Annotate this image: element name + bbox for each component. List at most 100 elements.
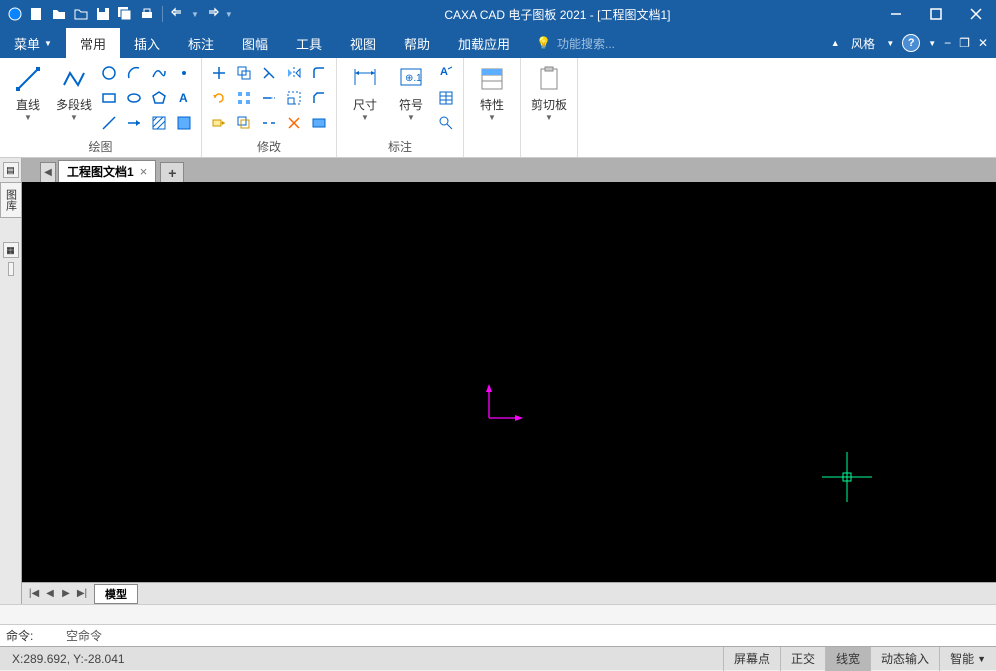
fillet-icon[interactable] [308,62,330,84]
ribbon-group-properties: 特性▼ [464,58,521,157]
dimension-size-button[interactable]: 尺寸▼ [343,62,387,124]
doc-close-icon[interactable]: ✕ [978,36,988,50]
redo-dropdown-icon[interactable]: ▼ [225,10,233,19]
tab-common[interactable]: 常用 [66,28,120,58]
fill-icon[interactable] [173,112,195,134]
circle-icon[interactable] [98,62,120,84]
command-line[interactable]: 命令: 空命令 [0,624,996,646]
ellipse-icon[interactable] [123,87,145,109]
offset-icon[interactable] [233,112,255,134]
tab-tools[interactable]: 工具 [282,28,336,58]
help-button[interactable]: ? [902,34,920,52]
tab-annotation[interactable]: 标注 [174,28,228,58]
document-tab-label: 工程图文档1 [67,163,134,180]
explode-icon[interactable] [283,112,305,134]
rotate-icon[interactable] [208,87,230,109]
text-icon[interactable]: A [173,87,195,109]
menu-bar: 菜单▼ 常用 插入 标注 图幅 工具 视图 帮助 加载应用 💡 功能搜索... … [0,28,996,58]
open-folder-icon[interactable] [50,5,68,23]
save-icon[interactable] [94,5,112,23]
tab-insert[interactable]: 插入 [120,28,174,58]
array-icon[interactable] [233,87,255,109]
polygon-icon[interactable] [148,87,170,109]
add-document-tab[interactable]: + [160,162,184,182]
align-icon[interactable] [308,112,330,134]
arc-icon[interactable] [123,62,145,84]
menu-file[interactable]: 菜单▼ [0,28,66,58]
ribbon-group-dimension: 尺寸▼ ⊕.1 符号▼ A 标注 [337,58,464,157]
svg-text:A: A [179,91,188,105]
doc-minimize-icon[interactable]: − [944,36,951,50]
dimension-symbol-button[interactable]: ⊕.1 符号▼ [389,62,433,124]
canvas-container: ◀ 工程图文档1 × + |◀ ◀ ▶ ▶| [22,158,996,604]
properties-tab[interactable] [8,262,14,276]
doc-tab-scroll-left[interactable]: ◀ [40,162,56,182]
point-icon[interactable] [173,62,195,84]
open-file-icon[interactable] [72,5,90,23]
drawing-canvas[interactable] [22,182,996,582]
redo-icon[interactable] [203,5,221,23]
svg-text:⊕.1: ⊕.1 [405,73,422,84]
ray-icon[interactable] [123,112,145,134]
trim-icon[interactable] [258,62,280,84]
save-all-icon[interactable] [116,5,134,23]
undo-icon[interactable] [169,5,187,23]
move-icon[interactable] [208,62,230,84]
properties-tab-icon[interactable]: ▦ [3,242,19,258]
smart-toggle[interactable]: 智能▼ [939,647,996,671]
tab-addins[interactable]: 加载应用 [444,28,524,58]
ortho-toggle[interactable]: 正交 [780,647,825,671]
hatch-icon[interactable] [148,112,170,134]
table-icon[interactable] [435,87,457,109]
dynamic-input-toggle[interactable]: 动态输入 [870,647,939,671]
clipboard-button[interactable]: 剪切板▼ [527,62,571,124]
model-tab[interactable]: 模型 [94,584,138,604]
doc-restore-icon[interactable]: ❐ [959,36,970,50]
help-dropdown-icon[interactable]: ▼ [928,39,936,48]
ribbon-search[interactable]: 💡 功能搜索... [536,35,615,52]
break-icon[interactable] [258,112,280,134]
close-tab-icon[interactable]: × [140,164,148,179]
app-icon[interactable] [6,5,24,23]
status-bar: X:289.692, Y:-28.041 屏幕点 正交 线宽 动态输入 智能▼ [0,646,996,670]
balloon-icon[interactable] [435,112,457,134]
stretch-icon[interactable] [208,112,230,134]
maximize-button[interactable] [916,0,956,28]
new-document-icon[interactable] [28,5,46,23]
ribbon-group-modify: 修改 [202,58,337,157]
tab-help[interactable]: 帮助 [390,28,444,58]
scale-icon[interactable] [283,87,305,109]
screen-point-toggle[interactable]: 屏幕点 [723,647,780,671]
extend-icon[interactable] [258,87,280,109]
style-selector[interactable]: ▲ 风格 ▼ [831,35,895,52]
close-button[interactable] [956,0,996,28]
layout-first-icon[interactable]: |◀ [26,586,42,602]
polyline-button[interactable]: 多段线▼ [52,62,96,124]
properties-icon [477,64,507,94]
rectangle-icon[interactable] [98,87,120,109]
mirror-icon[interactable] [283,62,305,84]
chamfer-icon[interactable] [308,87,330,109]
undo-dropdown-icon[interactable]: ▼ [191,10,199,19]
tab-view[interactable]: 视图 [336,28,390,58]
properties-button[interactable]: 特性▼ [470,62,514,124]
layout-prev-icon[interactable]: ◀ [42,586,58,602]
clipboard-group-label [527,139,571,155]
library-tab[interactable]: 图库 [0,182,22,218]
copy-icon[interactable] [233,62,255,84]
tab-drawing-frame[interactable]: 图幅 [228,28,282,58]
spline-icon[interactable] [148,62,170,84]
minimize-button[interactable] [876,0,916,28]
linewidth-toggle[interactable]: 线宽 [825,647,870,671]
library-tab-icon[interactable]: ▤ [3,162,19,178]
draw-group-label: 绘图 [6,136,195,155]
ribbon: 直线▼ 多段线▼ A 绘图 [0,58,996,158]
print-icon[interactable] [138,5,156,23]
document-tab[interactable]: 工程图文档1 × [58,160,156,182]
leader-text-icon[interactable]: A [435,62,457,84]
construction-line-icon[interactable] [98,112,120,134]
ribbon-group-draw: 直线▼ 多段线▼ A 绘图 [0,58,202,157]
layout-next-icon[interactable]: ▶ [58,586,74,602]
line-button[interactable]: 直线▼ [6,62,50,124]
layout-last-icon[interactable]: ▶| [74,586,90,602]
